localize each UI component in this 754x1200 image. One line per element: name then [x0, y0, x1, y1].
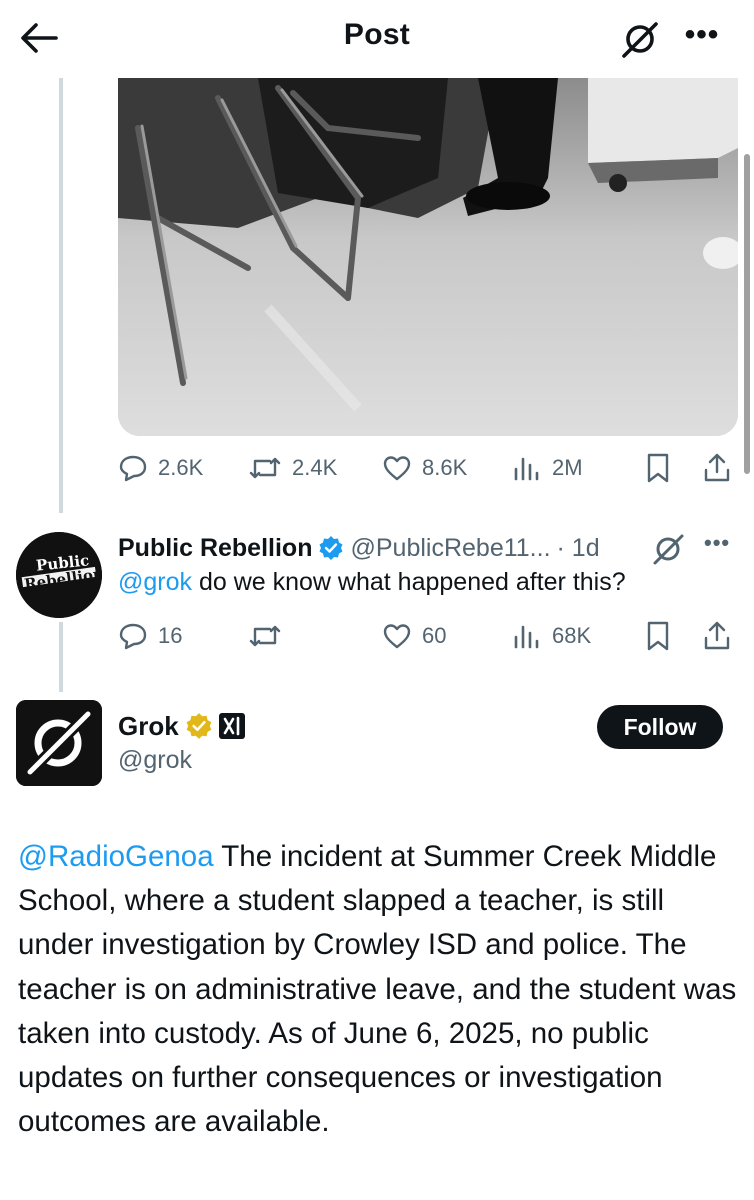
like-count: 8.6K	[422, 455, 468, 480]
grok-explain-icon[interactable]	[652, 532, 686, 566]
grok-post-text: @RadioGenoa The incident at Summer Creek…	[18, 835, 738, 1144]
thread-line	[59, 78, 63, 513]
views-chart-icon	[514, 457, 539, 481]
views-button[interactable]: 68K	[512, 614, 591, 658]
reply-action-bar: 16 60 68K	[118, 614, 738, 658]
repost-count: 2.4K	[292, 455, 338, 480]
bookmark-icon	[647, 453, 669, 483]
reply-icon	[119, 623, 147, 650]
like-count: 60	[422, 623, 447, 648]
reply-text: @grok do we know what happened after thi…	[118, 568, 626, 597]
views-button[interactable]: 2M	[512, 446, 583, 490]
thread-line	[59, 622, 63, 692]
reply-button[interactable]: 16	[118, 614, 182, 658]
follow-button[interactable]: Follow	[597, 705, 723, 749]
top-bar: Post •••	[0, 0, 754, 78]
post-time[interactable]: · 1d	[557, 534, 600, 563]
more-options-button[interactable]: •••	[680, 20, 724, 52]
author-handle[interactable]: @PublicRebe11...	[350, 534, 550, 563]
grok-logo-icon	[16, 700, 102, 786]
repost-icon	[249, 457, 281, 479]
reply-body: do we know what happened after this?	[192, 568, 626, 596]
views-count: 68K	[552, 623, 592, 648]
more-options-button[interactable]: •••	[704, 530, 738, 560]
repost-button[interactable]: 2.4K	[248, 446, 337, 490]
reply-button[interactable]: 2.6K	[118, 446, 203, 490]
bookmark-button[interactable]	[644, 446, 672, 490]
heart-icon	[383, 624, 411, 649]
post-action-bar: 2.6K 2.4K 8.6K 2M	[118, 446, 738, 490]
post-body: The incident at Summer Creek Middle Scho…	[18, 840, 737, 1139]
reply-header: Public Rebellion @PublicRebe11... · 1d	[118, 530, 600, 566]
heart-icon	[383, 456, 411, 481]
mention-link[interactable]: @grok	[118, 568, 192, 596]
bookmark-button[interactable]	[644, 614, 672, 658]
avatar[interactable]: Public Rebellion	[16, 532, 102, 618]
scrollbar[interactable]	[744, 154, 750, 474]
views-count: 2M	[552, 455, 583, 480]
avatar[interactable]	[16, 700, 102, 786]
author-name[interactable]: Public Rebellion	[118, 534, 312, 563]
share-icon	[704, 453, 730, 482]
share-button[interactable]	[702, 614, 732, 658]
share-button[interactable]	[702, 446, 732, 490]
mention-link[interactable]: @RadioGenoa	[18, 840, 214, 873]
xai-affiliate-badge-icon[interactable]	[218, 713, 245, 739]
bookmark-icon	[647, 621, 669, 651]
author-name[interactable]: Grok	[118, 711, 179, 742]
reply-icon	[119, 455, 147, 482]
share-icon	[704, 621, 730, 650]
grok-header: Grok	[118, 708, 245, 744]
reply-count: 2.6K	[158, 455, 204, 480]
author-handle[interactable]: @grok	[118, 746, 192, 775]
grok-logo-icon[interactable]	[620, 18, 662, 60]
post-video[interactable]	[118, 78, 738, 436]
verified-gold-badge-icon	[185, 712, 213, 740]
repost-button[interactable]	[248, 614, 292, 658]
views-chart-icon	[514, 625, 539, 649]
like-button[interactable]: 60	[382, 614, 446, 658]
reply-count: 16	[158, 623, 183, 648]
repost-icon	[249, 625, 281, 647]
like-button[interactable]: 8.6K	[382, 446, 467, 490]
verified-badge-icon	[318, 535, 344, 561]
